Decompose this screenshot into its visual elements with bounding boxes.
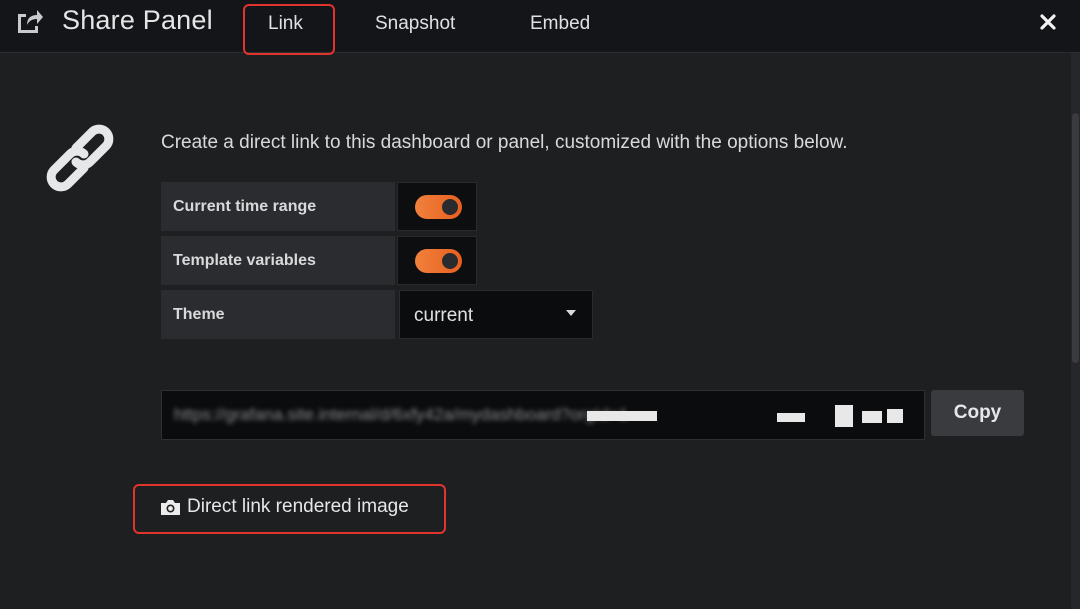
copy-button[interactable]: Copy [931, 390, 1024, 436]
redaction-block [887, 409, 903, 423]
share-panel-modal: Share Panel Link Snapshot Embed Create a… [0, 0, 1080, 609]
current-time-range-toggle[interactable] [415, 195, 462, 219]
modal-title: Share Panel [62, 5, 213, 35]
intro-text: Create a direct link to this dashboard o… [161, 132, 848, 153]
scrollbar-thumb[interactable] [1072, 113, 1079, 363]
redaction-block [835, 405, 853, 427]
tab-snapshot[interactable]: Snapshot [375, 13, 455, 35]
redaction-block [587, 411, 657, 421]
share-icon [18, 10, 43, 33]
tab-link-highlight-box [243, 4, 335, 55]
template-variables-toggle[interactable] [415, 249, 462, 273]
modal-header: Share Panel Link Snapshot Embed [0, 0, 1080, 55]
link-icon [46, 124, 114, 192]
redaction-block [862, 411, 882, 423]
share-url-value: https://grafana.site.internal/d/6xfy42a/… [174, 405, 629, 424]
theme-select[interactable]: current [399, 290, 593, 339]
close-icon[interactable] [1038, 12, 1058, 32]
option-control [397, 182, 477, 231]
share-url-input[interactable]: https://grafana.site.internal/d/6xfy42a/… [161, 390, 925, 440]
direct-link-highlight-box [133, 484, 446, 534]
toggle-knob [442, 253, 458, 269]
option-label: Template variables [161, 236, 395, 285]
option-label: Current time range [161, 182, 395, 231]
option-control [397, 236, 477, 285]
tab-embed[interactable]: Embed [530, 13, 590, 35]
scrollbar[interactable] [1071, 53, 1080, 609]
theme-select-value: current [414, 305, 474, 326]
option-label: Theme [161, 290, 395, 339]
toggle-knob [442, 199, 458, 215]
caret-down-icon [566, 310, 576, 316]
redaction-block [777, 413, 805, 422]
